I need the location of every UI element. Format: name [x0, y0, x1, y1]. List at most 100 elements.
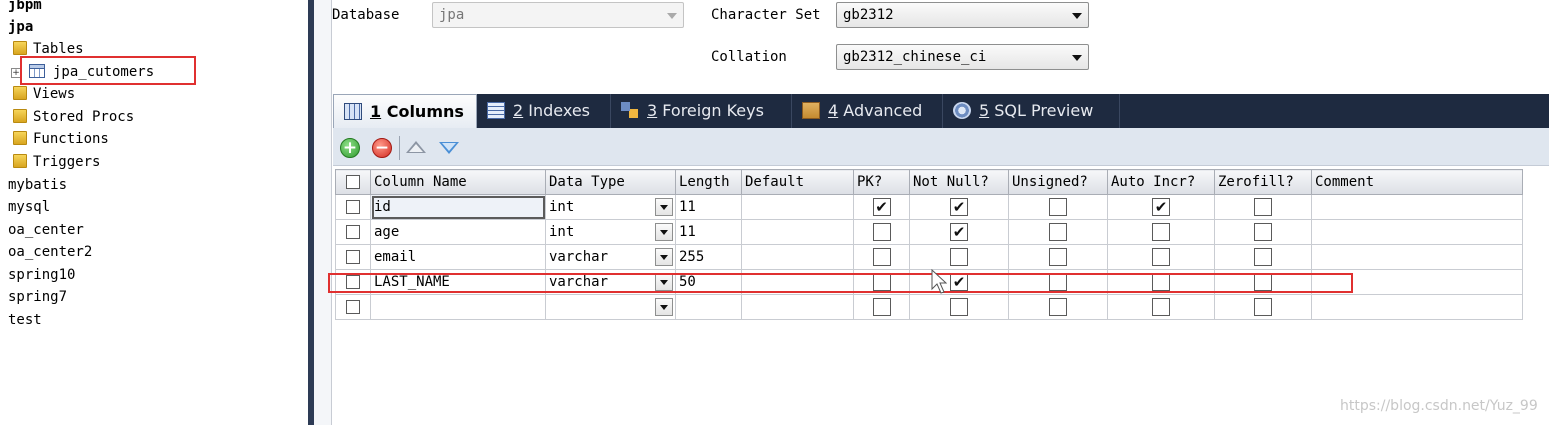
length-cell[interactable]: 11 [675, 194, 742, 220]
tree-item-functions[interactable]: Functions [13, 130, 109, 148]
length-cell[interactable]: 11 [675, 219, 742, 245]
not-null-cell[interactable]: ✔ [909, 194, 1009, 220]
table-row[interactable]: email varchar 255 [335, 244, 1523, 270]
auto-incr-checkbox[interactable] [1152, 298, 1170, 316]
not-null-checkbox[interactable] [950, 248, 968, 266]
comment-cell[interactable] [1311, 294, 1523, 320]
header-unsigned[interactable]: Unsigned? [1008, 169, 1108, 195]
unsigned-cell[interactable] [1008, 219, 1108, 245]
select-all-checkbox[interactable] [346, 175, 360, 189]
row-selector[interactable] [335, 219, 371, 245]
zerofill-cell[interactable] [1214, 194, 1312, 220]
zerofill-checkbox[interactable] [1254, 198, 1272, 216]
unsigned-cell[interactable] [1008, 294, 1108, 320]
column-name-cell[interactable]: age [370, 219, 546, 245]
zerofill-cell[interactable] [1214, 244, 1312, 270]
row-checkbox[interactable] [346, 200, 360, 214]
not-null-cell[interactable] [909, 294, 1009, 320]
unsigned-checkbox[interactable] [1049, 198, 1067, 216]
zerofill-checkbox[interactable] [1254, 248, 1272, 266]
default-cell[interactable] [741, 194, 854, 220]
chevron-down-icon[interactable] [655, 298, 673, 316]
length-cell[interactable] [675, 294, 742, 320]
tree-item-jpa[interactable]: jpa [8, 18, 33, 36]
tree-item-mybatis[interactable]: mybatis [8, 176, 67, 194]
pk-cell[interactable]: ✔ [853, 194, 910, 220]
auto-incr-cell[interactable] [1107, 219, 1215, 245]
zerofill-cell[interactable] [1214, 294, 1312, 320]
remove-column-button[interactable]: − [372, 138, 392, 158]
not-null-checkbox[interactable] [950, 298, 968, 316]
row-checkbox[interactable] [346, 300, 360, 314]
tree-item-mysql[interactable]: mysql [8, 198, 50, 216]
tree-item-test[interactable]: test [8, 311, 42, 329]
tree-item-spring10[interactable]: spring10 [8, 266, 75, 284]
tree-item-spring7[interactable]: spring7 [8, 288, 67, 306]
default-cell[interactable] [741, 294, 854, 320]
table-row[interactable] [335, 294, 1523, 320]
header-default[interactable]: Default [741, 169, 854, 195]
comment-cell[interactable] [1311, 219, 1523, 245]
data-type-cell[interactable] [545, 294, 676, 320]
pk-cell[interactable] [853, 219, 910, 245]
auto-incr-cell[interactable]: ✔ [1107, 194, 1215, 220]
default-cell[interactable] [741, 244, 854, 270]
header-data-type[interactable]: Data Type [545, 169, 676, 195]
move-down-icon[interactable] [439, 142, 459, 154]
data-type-cell[interactable]: int [545, 194, 676, 220]
tree-item-oa-center2[interactable]: oa_center2 [8, 243, 92, 261]
tab-indexes[interactable]: 2 Indexes [477, 94, 611, 128]
not-null-cell[interactable]: ✔ [909, 219, 1009, 245]
chevron-down-icon[interactable] [655, 198, 673, 216]
not-null-cell[interactable] [909, 244, 1009, 270]
chevron-down-icon[interactable] [655, 248, 673, 266]
auto-incr-checkbox[interactable] [1152, 248, 1170, 266]
row-checkbox[interactable] [346, 225, 360, 239]
charset-select[interactable]: gb2312 [836, 2, 1089, 28]
header-pk[interactable]: PK? [853, 169, 910, 195]
add-column-button[interactable]: + [340, 138, 360, 158]
tab-columns[interactable]: 1 Columns [333, 94, 477, 128]
tree-item-stored-procs[interactable]: Stored Procs [13, 108, 134, 126]
pk-checkbox[interactable] [872, 248, 891, 266]
row-checkbox[interactable] [346, 250, 360, 264]
pk-cell[interactable] [853, 294, 910, 320]
tree-item-jbpm[interactable]: jbpm [8, 0, 42, 14]
zerofill-cell[interactable] [1214, 219, 1312, 245]
pk-checkbox[interactable] [872, 298, 891, 316]
pk-checkbox[interactable]: ✔ [872, 198, 891, 216]
row-selector[interactable] [335, 294, 371, 320]
collation-select[interactable]: gb2312_chinese_ci [836, 44, 1089, 70]
not-null-checkbox[interactable]: ✔ [950, 223, 968, 241]
auto-incr-checkbox[interactable] [1152, 223, 1170, 241]
data-type-cell[interactable]: int [545, 219, 676, 245]
header-not-null[interactable]: Not Null? [909, 169, 1009, 195]
tree-item-views[interactable]: Views [13, 85, 75, 103]
auto-incr-checkbox[interactable]: ✔ [1152, 198, 1170, 216]
unsigned-cell[interactable] [1008, 244, 1108, 270]
not-null-checkbox[interactable]: ✔ [950, 198, 968, 216]
auto-incr-cell[interactable] [1107, 244, 1215, 270]
unsigned-checkbox[interactable] [1049, 248, 1067, 266]
row-selector[interactable] [335, 244, 371, 270]
column-name-cell[interactable]: email [370, 244, 546, 270]
table-row[interactable]: id int 11 ✔ ✔ ✔ [335, 194, 1523, 220]
auto-incr-cell[interactable] [1107, 294, 1215, 320]
comment-cell[interactable] [1311, 194, 1523, 220]
zerofill-checkbox[interactable] [1254, 223, 1272, 241]
select-all-header[interactable] [335, 169, 371, 195]
tab-sql-preview[interactable]: 5 SQL Preview [943, 94, 1120, 128]
header-comment[interactable]: Comment [1311, 169, 1523, 195]
pk-cell[interactable] [853, 244, 910, 270]
default-cell[interactable] [741, 219, 854, 245]
unsigned-checkbox[interactable] [1049, 223, 1067, 241]
row-selector[interactable] [335, 194, 371, 220]
zerofill-checkbox[interactable] [1254, 298, 1272, 316]
header-column-name[interactable]: Column Name [370, 169, 546, 195]
column-name-cell[interactable]: id [370, 194, 546, 220]
comment-cell[interactable] [1311, 244, 1523, 270]
header-length[interactable]: Length [675, 169, 742, 195]
header-zerofill[interactable]: Zerofill? [1214, 169, 1312, 195]
unsigned-checkbox[interactable] [1049, 298, 1067, 316]
move-up-icon[interactable] [406, 141, 426, 153]
